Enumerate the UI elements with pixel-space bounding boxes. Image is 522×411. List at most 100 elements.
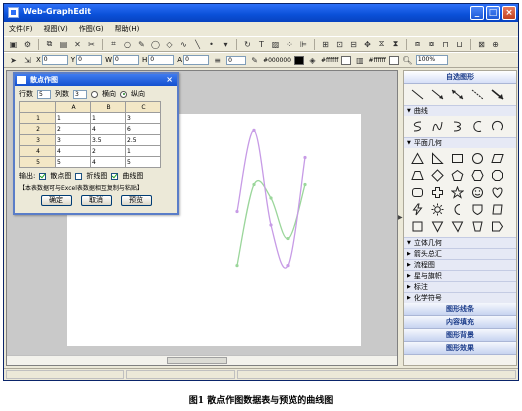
bold-arrow-icon[interactable] <box>489 87 505 102</box>
column-header[interactable]: B <box>90 101 126 113</box>
x-input[interactable]: 0 <box>41 55 68 65</box>
align-icon[interactable]: ⊫ <box>298 39 309 50</box>
header-background[interactable]: 图形背景 <box>404 329 516 342</box>
bg-color-swatch[interactable] <box>388 55 399 65</box>
settings-icon[interactable]: ⚙ <box>22 39 33 50</box>
arrow-line-icon[interactable] <box>429 87 445 102</box>
stroke-color-text[interactable]: #000000 <box>263 57 291 64</box>
close-button[interactable]: × <box>502 6 516 20</box>
table-cell[interactable]: 3.5 <box>90 134 126 146</box>
h-input[interactable]: 0 <box>148 55 175 65</box>
fill-color-text[interactable]: #ffffff <box>321 57 338 64</box>
diamond-icon[interactable] <box>429 168 445 183</box>
zoom-select[interactable]: 100% <box>415 55 448 65</box>
cancel-button[interactable]: 取消 <box>80 195 112 206</box>
tag-icon[interactable] <box>489 219 505 234</box>
line-width-input[interactable]: 0 <box>226 55 247 65</box>
arc-icon[interactable] <box>469 119 485 134</box>
horizontal-radio[interactable] <box>91 90 98 98</box>
pentagon-icon[interactable] <box>449 168 465 183</box>
shield-icon[interactable] <box>469 202 485 217</box>
column-header[interactable]: A <box>55 101 91 113</box>
polyline-checkbox[interactable] <box>75 172 83 180</box>
table-cell[interactable]: 1 <box>125 145 161 157</box>
dropdown-icon[interactable]: ▾ <box>220 39 231 50</box>
dashed-line-icon[interactable] <box>469 87 485 102</box>
bring-front-icon[interactable]: ⧈ <box>412 39 423 50</box>
drop-icon[interactable]: ◇ <box>164 39 175 50</box>
menu-view[interactable]: 视图(V) <box>44 24 68 34</box>
header-fill[interactable]: 内容填充 <box>404 316 516 329</box>
row-header[interactable]: 5 <box>19 156 56 168</box>
table-cell[interactable]: 4 <box>55 145 91 157</box>
right-triangle-icon[interactable] <box>429 151 445 166</box>
scatter-checkbox[interactable] <box>39 172 47 180</box>
menu-draw[interactable]: 作图(G) <box>79 24 104 34</box>
header-effects[interactable]: 图形效果 <box>404 342 516 355</box>
row-header[interactable]: 3 <box>19 134 56 146</box>
section-callouts[interactable]: ▶ 标注 <box>404 281 516 292</box>
node-select-icon[interactable]: ⇲ <box>22 55 33 66</box>
circle-tool-icon[interactable]: ◯ <box>150 39 161 50</box>
scatter-icon[interactable]: ⁘ <box>284 39 295 50</box>
table-cell[interactable]: 3 <box>125 112 161 124</box>
save-icon[interactable]: ▣ <box>8 39 19 50</box>
wave-icon[interactable] <box>489 202 505 217</box>
table-cell[interactable]: 6 <box>125 123 161 135</box>
series-1-point[interactable] <box>303 182 307 187</box>
curve-tool-icon[interactable]: ∿ <box>178 39 189 50</box>
angle-input[interactable]: 0 <box>183 55 210 65</box>
smiley-icon[interactable] <box>469 185 485 200</box>
preview-button[interactable]: 预览 <box>120 195 152 206</box>
table-cell[interactable]: 2.5 <box>125 134 161 146</box>
menu-help[interactable]: 帮助(H) <box>115 24 140 34</box>
vertical-radio[interactable] <box>120 90 127 98</box>
line-tool-icon[interactable]: ╲ <box>192 39 203 50</box>
column-header[interactable]: C <box>125 101 161 113</box>
s-curve-icon[interactable] <box>409 119 425 134</box>
row-header[interactable]: 4 <box>19 145 56 157</box>
heart-icon[interactable] <box>489 185 505 200</box>
delete-icon[interactable]: ✕ <box>72 39 83 50</box>
layer-down-icon[interactable]: ⊔ <box>454 39 465 50</box>
horizontal-scrollbar[interactable] <box>7 355 397 365</box>
table-cell[interactable]: 4 <box>90 156 126 168</box>
mirror-icon[interactable]: ⧗ <box>390 39 401 50</box>
moon-icon[interactable] <box>449 202 465 217</box>
octagon-icon[interactable] <box>489 168 505 183</box>
circle-arc-icon[interactable] <box>489 119 505 134</box>
dialog-close-icon[interactable]: × <box>166 74 173 86</box>
parallelogram-icon[interactable] <box>489 151 505 166</box>
text-tool-icon[interactable]: T <box>256 39 267 50</box>
row-header[interactable]: 1 <box>19 112 56 124</box>
move-icon[interactable]: ✥ <box>362 39 373 50</box>
series-2-point[interactable] <box>235 209 239 214</box>
send-back-icon[interactable]: ⧇ <box>426 39 437 50</box>
stroke-color-swatch[interactable] <box>294 55 304 65</box>
down-triangle-icon[interactable] <box>429 219 445 234</box>
minimize-button[interactable]: _ <box>470 6 484 20</box>
bg-color-icon[interactable]: ▥ <box>354 55 365 66</box>
section-stars-banners[interactable]: ▶ 星与旗帜 <box>404 270 516 281</box>
ok-button[interactable]: 确定 <box>40 195 72 206</box>
star-icon[interactable] <box>449 185 465 200</box>
copy-icon[interactable]: ⧉ <box>44 39 55 50</box>
image-icon[interactable]: ▨ <box>270 39 281 50</box>
chevron-right-icon[interactable]: ▶ <box>398 214 403 221</box>
fill-color-swatch[interactable] <box>341 55 352 65</box>
wedge-icon[interactable] <box>449 219 465 234</box>
table-cell[interactable]: 5 <box>125 156 161 168</box>
export-icon[interactable]: ⊕ <box>490 39 501 50</box>
shape-panel-header[interactable]: 自选图形 <box>404 71 516 84</box>
rectangle-icon[interactable] <box>449 151 465 166</box>
series-1-point[interactable] <box>286 236 290 241</box>
table-cell[interactable]: 2 <box>90 145 126 157</box>
stroke-color-icon[interactable]: ✎ <box>249 55 260 66</box>
point-tool-icon[interactable]: • <box>206 39 217 50</box>
section-arrows[interactable]: ▶ 箭头总汇 <box>404 248 516 259</box>
c-curve-icon[interactable] <box>449 119 465 134</box>
table-cell[interactable]: 1 <box>90 112 126 124</box>
section-flowchart[interactable]: ▶ 流程图 <box>404 259 516 270</box>
series-1-point[interactable] <box>252 182 256 187</box>
fill-color-icon[interactable]: ◈ <box>307 55 318 66</box>
